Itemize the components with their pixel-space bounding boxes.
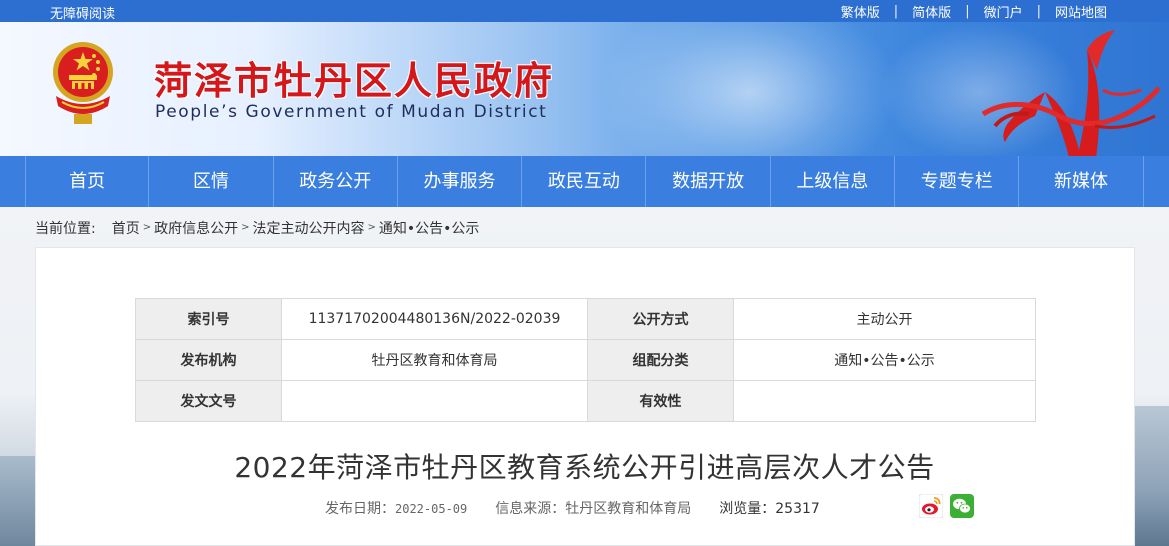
category-label: 组配分类 <box>587 339 734 381</box>
breadcrumb-arrow: > <box>241 222 250 233</box>
red-sculpture-image <box>981 30 1160 156</box>
breadcrumb-notices[interactable]: 通知•公告•公示 <box>379 218 480 238</box>
article-title: 2022年菏泽市牡丹区教育系统公开引进高层次人才公告 <box>234 451 935 484</box>
publisher-value: 牡丹区教育和体育局 <box>281 339 588 381</box>
index-number-value: 11371702004480136N/2022-02039 <box>281 298 588 340</box>
emblem-icon[interactable] <box>52 38 114 130</box>
view-count-label: 浏览量： <box>719 501 776 517</box>
view-count-value: 25317 <box>775 501 820 517</box>
info-source-value: 牡丹区教育和体育局 <box>565 501 692 517</box>
view-count: 浏览量：25317 <box>719 498 820 518</box>
nav-district-info[interactable]: 区情 <box>149 156 274 207</box>
document-number-value <box>281 380 588 422</box>
micro-portal-link[interactable]: 微门户 <box>970 2 1037 21</box>
publisher-label: 发布机构 <box>135 339 282 381</box>
header-banner: 菏泽市牡丹区人民政府 People’s Government of Mudan … <box>0 22 1169 156</box>
info-source: 信息来源：牡丹区教育和体育局 <box>495 498 691 518</box>
nav-new-media[interactable]: 新媒体 <box>1019 156 1144 207</box>
document-info-table: 索引号 11371702004480136N/2022-02039 公开方式 主… <box>135 298 1036 422</box>
separator: | <box>893 4 899 19</box>
index-number-label: 索引号 <box>135 298 282 340</box>
info-source-label: 信息来源： <box>495 501 566 517</box>
disclosure-method-label: 公开方式 <box>587 298 734 340</box>
breadcrumb-statutory[interactable]: 法定主动公开内容 <box>253 218 365 238</box>
publish-date: 发布日期：2022-05-09 <box>325 498 467 518</box>
publish-date-label: 发布日期： <box>325 501 395 517</box>
validity-label: 有效性 <box>587 380 734 422</box>
separator: | <box>965 4 970 19</box>
breadcrumb-label: 当前位置: <box>35 221 96 237</box>
breadcrumb-gov-info[interactable]: 政府信息公开 <box>154 218 238 238</box>
nav-interaction[interactable]: 政民互动 <box>522 156 647 207</box>
document-number-label: 发文文号 <box>135 380 282 422</box>
breadcrumb-arrow: > <box>142 222 152 233</box>
table-row: 发布机构 牡丹区教育和体育局 组配分类 通知•公告•公示 <box>135 339 1036 381</box>
category-value: 通知•公告•公示 <box>733 339 1036 381</box>
table-row: 索引号 11371702004480136N/2022-02039 公开方式 主… <box>135 298 1036 340</box>
banner-flower-glow <box>600 22 900 156</box>
weibo-share-icon[interactable] <box>919 494 943 518</box>
main-nav: 首页 区情 政务公开 办事服务 政民互动 数据开放 上级信息 专题专栏 新媒体 <box>0 156 1169 207</box>
nav-services[interactable]: 办事服务 <box>398 156 523 207</box>
nav-special-topics[interactable]: 专题专栏 <box>895 156 1020 207</box>
breadcrumb-home[interactable]: 首页 <box>112 218 140 238</box>
sitemap-link[interactable]: 网站地图 <box>1041 2 1121 21</box>
traditional-chinese-link[interactable]: 繁体版 <box>827 2 894 21</box>
site-title[interactable]: 菏泽市牡丹区人民政府 <box>154 50 554 105</box>
breadcrumb-arrow: > <box>367 222 376 233</box>
validity-value <box>733 380 1036 422</box>
separator: | <box>1036 4 1041 19</box>
nav-home[interactable]: 首页 <box>25 156 150 207</box>
simplified-chinese-link[interactable]: 简体版 <box>898 2 965 21</box>
top-links: 繁体版 | 简体版 | 微门户 | 网站地图 <box>827 2 1121 21</box>
breadcrumb: 当前位置: 首页 > 政府信息公开 > 法定主动公开内容 > 通知•公告•公示 <box>35 218 479 238</box>
table-row: 发文文号 有效性 <box>135 380 1036 422</box>
wechat-share-icon[interactable] <box>950 494 974 518</box>
article-meta: 发布日期：2022-05-09 信息来源：牡丹区教育和体育局 浏览量：25317 <box>325 498 848 518</box>
disclosure-method-value: 主动公开 <box>733 298 1036 340</box>
nav-open-data[interactable]: 数据开放 <box>646 156 771 207</box>
site-subtitle: People’s Government of Mudan District <box>155 102 548 122</box>
top-utility-bar: 无障碍阅读 繁体版 | 简体版 | 微门户 | 网站地图 <box>0 0 1169 22</box>
accessibility-link[interactable]: 无障碍阅读 <box>50 3 115 22</box>
publish-date-value: 2022-05-09 <box>395 502 468 516</box>
nav-superior-info[interactable]: 上级信息 <box>771 156 896 207</box>
nav-government-affairs[interactable]: 政务公开 <box>274 156 398 207</box>
